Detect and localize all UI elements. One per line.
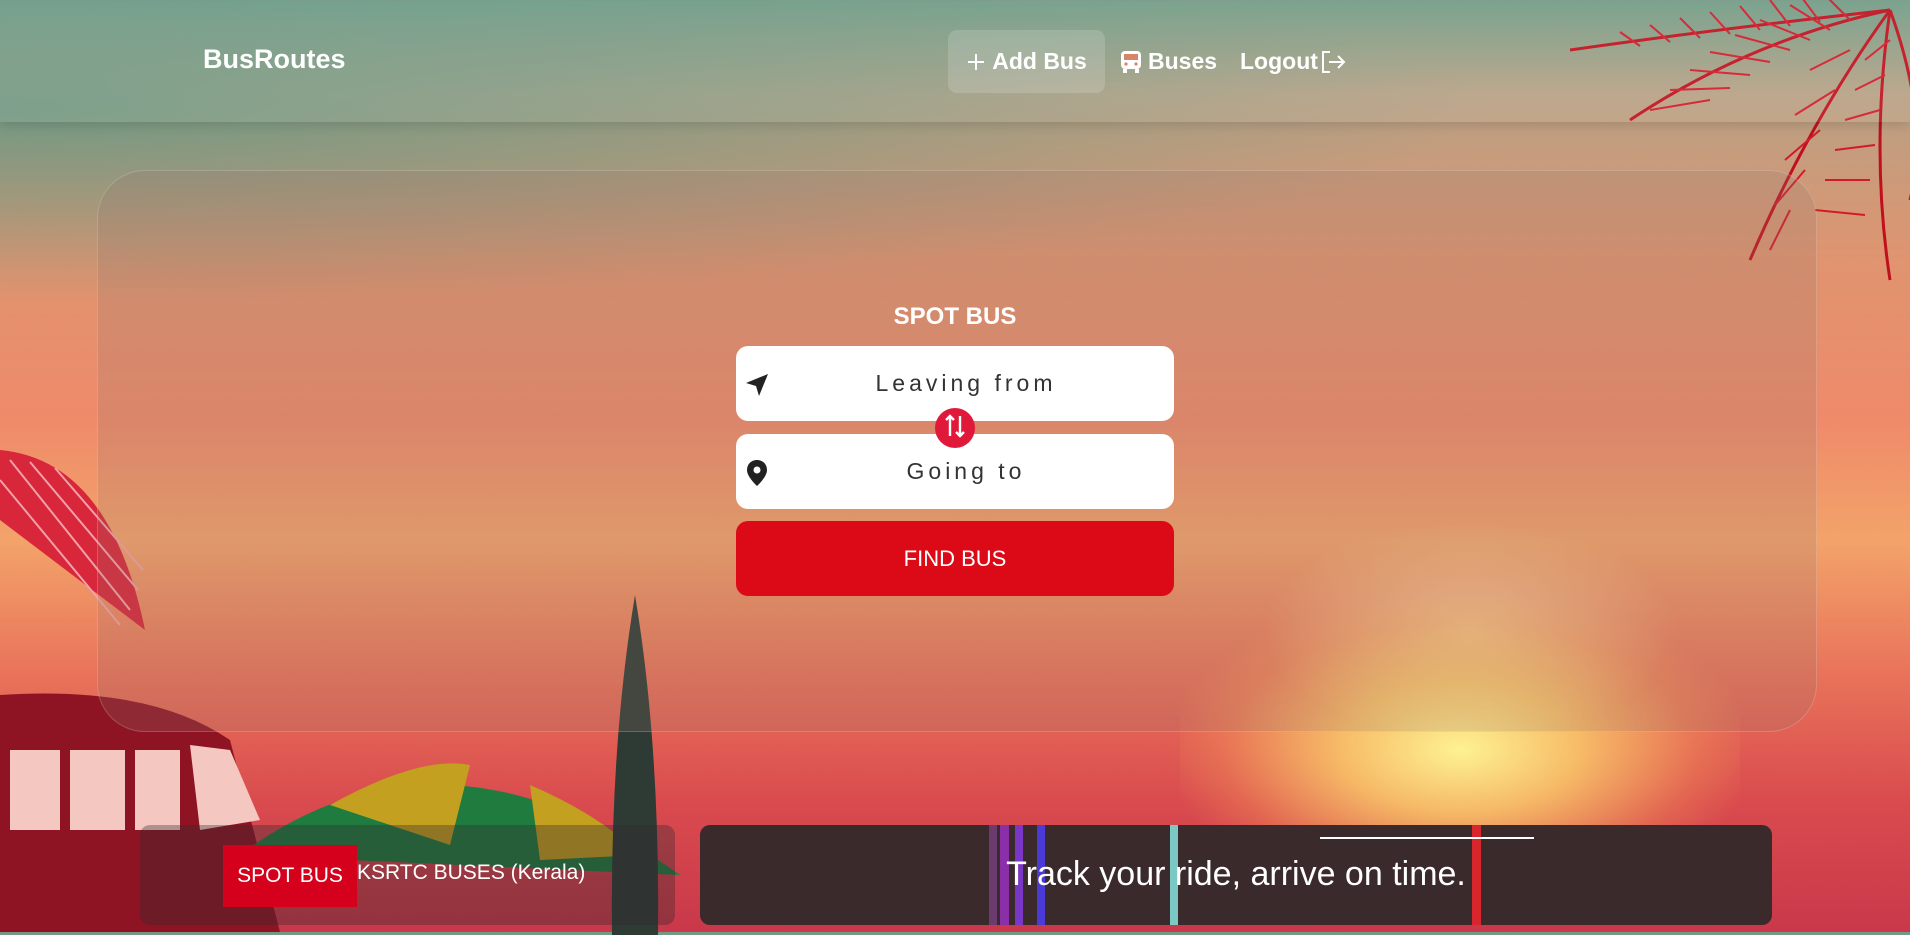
find-bus-button[interactable]: FIND BUS bbox=[736, 521, 1174, 596]
navigation-arrow-icon bbox=[742, 370, 772, 400]
add-bus-label: Add Bus bbox=[992, 48, 1087, 74]
buses-label: Buses bbox=[1148, 48, 1218, 74]
swap-arrows-icon bbox=[943, 413, 967, 443]
logout-link[interactable]: Logout bbox=[1240, 30, 1352, 93]
logout-label: Logout bbox=[1240, 48, 1318, 74]
top-navbar: BusRoutes Add Bus Buses Logout bbox=[0, 0, 1910, 122]
bus-icon bbox=[1120, 50, 1142, 74]
add-bus-link[interactable]: Add Bus bbox=[948, 30, 1105, 93]
plus-icon bbox=[966, 52, 986, 72]
swap-locations-button[interactable] bbox=[935, 408, 975, 448]
operator-name: KSRTC BUSES (Kerala) bbox=[357, 861, 586, 884]
tagline-line bbox=[1320, 837, 1534, 839]
logout-icon bbox=[1320, 50, 1346, 74]
spot-bus-badge: SPOT BUS bbox=[223, 845, 357, 907]
buses-link[interactable]: Buses bbox=[1120, 30, 1217, 93]
brand-logo[interactable]: BusRoutes bbox=[203, 44, 346, 75]
map-pin-icon bbox=[742, 458, 772, 488]
search-title: SPOT BUS bbox=[893, 303, 1017, 330]
tagline-text: Track your ride, arrive on time. bbox=[1006, 855, 1466, 893]
